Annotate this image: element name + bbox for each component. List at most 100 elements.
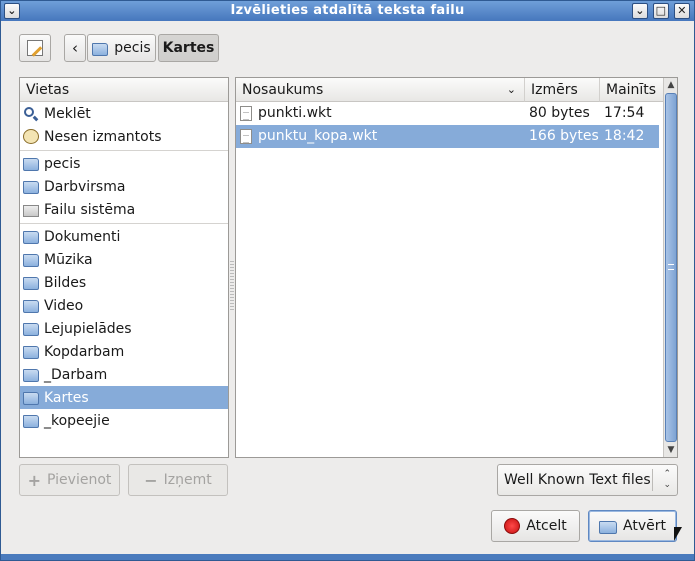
home-folder-icon — [23, 158, 39, 171]
add-bookmark-button[interactable]: + Pievienot — [19, 464, 120, 496]
place-label: Video — [44, 297, 84, 314]
place-label: _kopeejie — [44, 412, 110, 429]
crumb-label: pecis — [114, 40, 151, 56]
place-documents[interactable]: Dokumenti — [20, 225, 228, 248]
place-label: Bildes — [44, 274, 87, 291]
folder-icon — [23, 369, 39, 382]
scroll-up-arrow-icon[interactable]: ▲ — [664, 78, 678, 92]
place-label: Mūzika — [44, 251, 93, 268]
place-bookmark[interactable]: _kopeejie — [20, 409, 228, 432]
edit-pencil-icon — [27, 40, 43, 57]
place-search[interactable]: Meklēt — [20, 102, 228, 125]
place-label: _Darbam — [44, 366, 108, 383]
title-bar[interactable]: ⌄ Izvēlieties atdalītā teksta failu ⌄ □ … — [1, 1, 694, 21]
music-folder-icon — [23, 254, 39, 267]
place-home[interactable]: pecis — [20, 152, 228, 175]
place-label: pecis — [44, 155, 81, 172]
minimize-icon[interactable]: ⌄ — [632, 3, 648, 19]
filesystem-drive-icon — [23, 204, 39, 217]
places-divider — [20, 223, 228, 224]
window-bottom-border — [1, 554, 694, 560]
close-icon[interactable]: ✕ — [674, 3, 690, 19]
file-filter-combo[interactable]: Well Known Text files ⌃ ⌄ — [497, 464, 678, 496]
chevron-left-icon: ‹ — [72, 39, 78, 57]
remove-bookmark-label: Izņemt — [163, 472, 212, 488]
file-size: 166 bytes — [529, 128, 599, 144]
place-label: Meklēt — [44, 105, 91, 122]
maximize-icon[interactable]: □ — [653, 3, 669, 19]
plus-icon: + — [27, 470, 42, 490]
type-location-button[interactable] — [19, 34, 51, 62]
places-divider — [20, 150, 228, 151]
folder-icon — [23, 392, 39, 405]
place-recent[interactable]: Nesen izmantots — [20, 125, 228, 148]
place-label: Failu sistēma — [44, 201, 136, 218]
place-bookmark-selected[interactable]: Kartes — [20, 386, 228, 409]
file-row[interactable]: punkti.wkt 80 bytes 17:54 — [236, 102, 659, 125]
file-list-panel: Nosaukums ⌄ Izmērs Mainīts punkti.wkt 80… — [235, 77, 678, 458]
file-chooser-dialog: ⌄ Izvēlieties atdalītā teksta failu ⌄ □ … — [0, 0, 695, 561]
file-filter-value: Well Known Text files — [504, 472, 651, 488]
column-label: Mainīts — [606, 82, 657, 98]
crumb-home-button[interactable]: pecis — [87, 34, 156, 62]
add-bookmark-label: Pievienot — [47, 472, 112, 488]
remove-bookmark-button[interactable]: − Izņemt — [128, 464, 228, 496]
folder-icon — [23, 346, 39, 359]
text-file-icon — [240, 129, 252, 144]
place-label: Kartes — [44, 389, 89, 406]
column-label: Nosaukums — [242, 82, 324, 98]
cancel-stop-icon — [504, 518, 521, 534]
place-label: Nesen izmantots — [44, 128, 162, 145]
place-bookmark[interactable]: _Darbam — [20, 363, 228, 386]
text-file-icon — [240, 106, 252, 121]
video-folder-icon — [23, 300, 39, 313]
column-header-name[interactable]: Nosaukums ⌄ — [236, 78, 525, 102]
open-label: Atvērt — [623, 518, 666, 534]
downloads-folder-icon — [23, 323, 39, 336]
file-name: punktu_kopa.wkt — [258, 128, 378, 144]
place-music[interactable]: Mūzika — [20, 248, 228, 271]
place-desktop[interactable]: Darbvirsma — [20, 175, 228, 198]
cancel-label: Atcelt — [526, 518, 567, 534]
window-menu-icon[interactable]: ⌄ — [4, 3, 20, 19]
pictures-folder-icon — [23, 277, 39, 290]
updown-arrows-icon: ⌃ ⌄ — [663, 469, 671, 490]
place-downloads[interactable]: Lejupielādes — [20, 317, 228, 340]
column-header-size[interactable]: Izmērs — [525, 78, 600, 102]
open-folder-icon — [599, 520, 618, 534]
places-header[interactable]: Vietas — [20, 78, 228, 102]
pane-resize-handle[interactable] — [230, 261, 234, 311]
place-label: Darbvirsma — [44, 178, 126, 195]
path-back-button[interactable]: ‹ — [64, 34, 86, 62]
combo-divider — [652, 469, 653, 491]
crumb-current-button[interactable]: Kartes — [158, 34, 219, 62]
open-button[interactable]: Atvērt — [588, 510, 677, 542]
place-label: Lejupielādes — [44, 320, 132, 337]
mouse-cursor-icon — [674, 527, 682, 541]
sort-chevron-down-icon: ⌄ — [506, 83, 516, 96]
place-video[interactable]: Video — [20, 294, 228, 317]
places-panel: Vietas Meklēt Nesen izmantots pecis Darb… — [19, 77, 229, 458]
column-header-modified[interactable]: Mainīts — [600, 78, 663, 102]
file-name: punkti.wkt — [258, 105, 332, 121]
minus-icon: − — [144, 470, 158, 490]
cancel-button[interactable]: Atcelt — [491, 510, 580, 542]
search-icon — [23, 106, 39, 122]
place-filesystem[interactable]: Failu sistēma — [20, 198, 228, 221]
home-folder-icon — [92, 42, 109, 56]
desktop-folder-icon — [23, 181, 39, 194]
folder-icon — [23, 415, 39, 428]
crumb-label: Kartes — [162, 40, 215, 56]
scrollbar-thumb[interactable] — [665, 93, 677, 442]
window-title: Izvēlieties atdalītā teksta failu — [230, 3, 465, 18]
place-pictures[interactable]: Bildes — [20, 271, 228, 294]
recent-clock-icon — [23, 129, 39, 144]
file-size: 80 bytes — [529, 105, 590, 121]
file-row-selected[interactable]: punktu_kopa.wkt 166 bytes 18:42 — [236, 125, 659, 148]
place-bookmark[interactable]: Kopdarbam — [20, 340, 228, 363]
column-label: Izmērs — [531, 82, 578, 98]
scroll-down-arrow-icon[interactable]: ▼ — [664, 443, 678, 457]
vertical-scrollbar[interactable]: ▲ ▼ — [663, 78, 677, 457]
documents-folder-icon — [23, 231, 39, 244]
place-label: Dokumenti — [44, 228, 121, 245]
